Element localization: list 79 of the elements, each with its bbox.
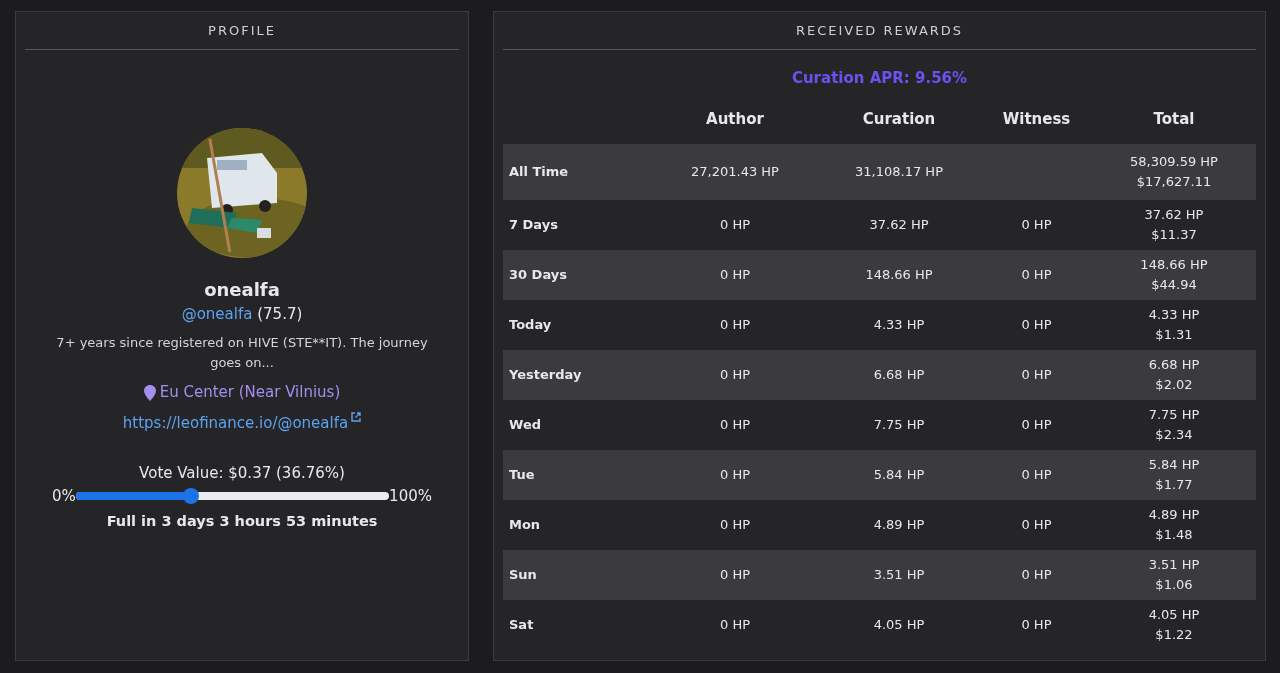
- curation-apr: Curation APR: 9.56%: [790, 67, 969, 89]
- table-cell: 37.62 HP: [869, 216, 929, 232]
- reputation-score: (75.7): [257, 304, 303, 323]
- total-hp: 3.51 HP: [1147, 556, 1201, 574]
- total-hp: 4.89 HP: [1147, 506, 1201, 524]
- total-usd: $1.31: [1154, 325, 1194, 344]
- column-header: Total: [1153, 110, 1195, 128]
- location-text: Eu Center (Near Vilnius): [159, 382, 341, 404]
- period-label: All Time: [509, 163, 569, 179]
- total-hp: 4.33 HP: [1147, 306, 1201, 324]
- table-cell: 0 HP: [720, 616, 750, 632]
- period-label: Today: [509, 316, 552, 332]
- user-handle-link[interactable]: @onealfa: [181, 304, 253, 323]
- period-label: 7 Days: [509, 216, 558, 232]
- total-hp: 5.84 HP: [1147, 456, 1201, 474]
- table-cell: 4.89 HP: [873, 516, 925, 532]
- table-cell: 4.33 HP: [873, 316, 925, 332]
- table-cell: 31,108.17 HP: [855, 163, 943, 179]
- table-cell: 6.68 HP: [873, 366, 925, 382]
- table-cell: 0 HP: [720, 266, 750, 282]
- table-cell: 4.05 HP: [873, 616, 925, 632]
- table-cell: 0 HP: [720, 216, 750, 232]
- table-cell: 148.66 HP: [865, 266, 933, 282]
- table-cell: 0 HP: [720, 316, 750, 332]
- vote-slider-thumb[interactable]: [182, 488, 199, 505]
- total-usd: $1.77: [1154, 475, 1194, 494]
- table-cell: 0 HP: [1021, 616, 1052, 632]
- table-cell: 0 HP: [720, 516, 750, 532]
- total-usd: $1.06: [1154, 575, 1194, 594]
- table-cell: 0 HP: [720, 366, 750, 382]
- total-hp: 37.62 HP: [1143, 206, 1205, 224]
- total-usd: $17,627.11: [1135, 172, 1213, 191]
- website-link[interactable]: https://leofinance.io/@onealfa: [122, 411, 349, 435]
- table-cell: 0 HP: [1021, 316, 1052, 332]
- external-link-icon: [351, 411, 362, 422]
- period-label: Tue: [509, 466, 535, 482]
- period-label: Mon: [509, 516, 541, 532]
- table-cell: 0 HP: [720, 466, 750, 482]
- table-cell: 5.84 HP: [873, 466, 925, 482]
- profile-about: 7+ years since registered on HIVE (STE**IT). The journey goes on...: [55, 334, 429, 373]
- period-label: Sat: [509, 616, 534, 632]
- table-cell: 0 HP: [720, 416, 750, 432]
- column-header: Curation: [862, 110, 936, 128]
- table-cell: 0 HP: [1021, 566, 1052, 582]
- total-hp: 6.68 HP: [1147, 356, 1201, 374]
- period-label: Yesterday: [509, 366, 582, 382]
- table-cell: 0 HP: [1021, 216, 1052, 232]
- user-name: onealfa: [204, 277, 280, 302]
- table-cell: 3.51 HP: [873, 566, 925, 582]
- table-cell: 7.75 HP: [873, 416, 925, 432]
- table-cell: 27,201.43 HP: [691, 163, 779, 179]
- column-header: Witness: [1002, 110, 1071, 128]
- slider-min-label: 0%: [52, 485, 76, 507]
- total-usd: $44.94: [1150, 275, 1198, 294]
- table-cell: 0 HP: [1021, 266, 1052, 282]
- recharge-time: Full in 3 days 3 hours 53 minutes: [106, 512, 378, 532]
- location-pin-icon: [143, 384, 156, 401]
- table-cell: 0 HP: [720, 566, 750, 582]
- total-hp: 4.05 HP: [1147, 606, 1201, 624]
- period-label: 30 Days: [509, 266, 567, 282]
- total-usd: $2.34: [1154, 425, 1194, 444]
- total-hp: 58,309.59 HP: [1129, 153, 1219, 171]
- panel-heading: RECEIVED REWARDS: [503, 12, 1256, 50]
- table-cell: 0 HP: [1021, 366, 1052, 382]
- total-usd: $1.48: [1154, 525, 1194, 544]
- slider-max-label: 100%: [389, 485, 432, 507]
- period-label: Wed: [509, 416, 541, 432]
- table-cell: 0 HP: [1021, 466, 1052, 482]
- total-usd: $11.37: [1150, 225, 1198, 244]
- total-hp: 148.66 HP: [1139, 256, 1209, 274]
- period-label: Sun: [509, 566, 537, 582]
- vote-value: Vote Value: $0.37 (36.76%): [139, 463, 345, 485]
- total-usd: $2.02: [1154, 375, 1194, 394]
- table-cell: 0 HP: [1021, 416, 1052, 432]
- table-cell: 0 HP: [1021, 516, 1052, 532]
- total-usd: $1.22: [1154, 625, 1194, 644]
- column-header: Author: [706, 110, 764, 128]
- total-hp: 7.75 HP: [1147, 406, 1201, 424]
- panel-heading: PROFILE: [25, 12, 459, 50]
